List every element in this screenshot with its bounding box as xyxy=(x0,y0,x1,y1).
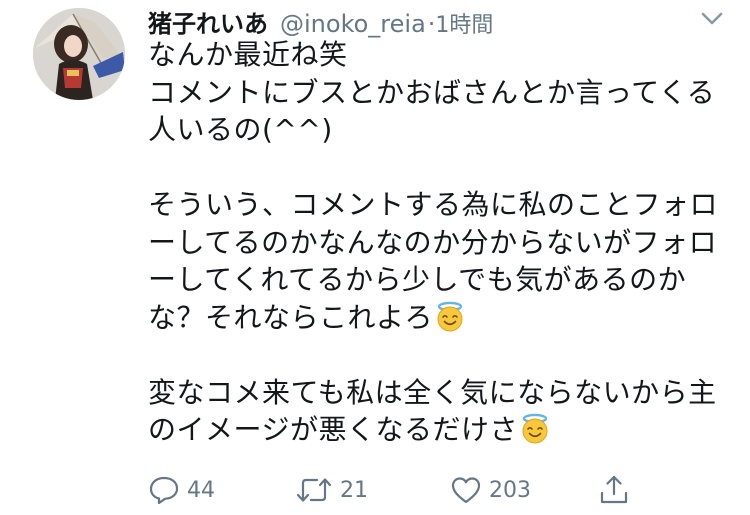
paragraph-break xyxy=(148,336,728,374)
tweet-line: 人いるの(^^) xyxy=(148,113,333,146)
reply-icon xyxy=(148,475,180,505)
share-button[interactable] xyxy=(599,472,629,508)
halo-emoji-icon xyxy=(434,300,466,332)
separator-dot: · xyxy=(427,10,436,38)
tweet-line: 変なコメ来ても私は全く気にならないから主 xyxy=(148,375,717,409)
tweet: 猪子れいあ @inoko_reia · 1時間 なんか最近ね笑 コメントにブスと… xyxy=(0,0,750,515)
retweet-count: 21 xyxy=(340,477,368,503)
tweet-text: なんか最近ね笑 コメントにブスとかおばさんとか言ってくる 人いるの(^^) そう… xyxy=(148,36,728,449)
timestamp[interactable]: 1時間 xyxy=(435,7,493,39)
share-icon xyxy=(599,474,629,506)
user-handle[interactable]: @inoko_reia xyxy=(280,10,426,38)
avatar[interactable] xyxy=(33,8,125,100)
like-icon xyxy=(450,475,482,505)
tweet-line-with-emoji: のイメージが悪くなるだけさ xyxy=(148,411,728,449)
tweet-header: 猪子れいあ @inoko_reia · 1時間 xyxy=(148,4,493,38)
tweet-line-text: のイメージが悪くなるだけさ xyxy=(148,413,518,446)
tweet-line: そういう、コメントする為に私のことフォロ xyxy=(148,188,719,221)
action-bar: 44 21 203 xyxy=(148,472,648,512)
like-count: 203 xyxy=(489,477,531,503)
reply-count: 44 xyxy=(187,477,215,503)
tweet-line: なんか最近ね笑 xyxy=(148,38,348,71)
chevron-down-icon[interactable] xyxy=(700,10,724,28)
retweet-button[interactable]: 21 xyxy=(295,472,368,508)
retweet-icon xyxy=(295,475,333,505)
like-button[interactable]: 203 xyxy=(450,472,531,508)
tweet-line-with-emoji: な？それならこれよろ xyxy=(148,299,728,337)
tweet-line-text: な？それならこれよろ xyxy=(148,300,434,334)
paragraph-break xyxy=(148,149,728,187)
display-name[interactable]: 猪子れいあ xyxy=(148,4,268,39)
tweet-line: ーしてくれてるから少しでも気があるのか xyxy=(148,263,687,296)
halo-emoji-icon xyxy=(519,412,551,444)
tweet-line: ーしてるのかなんなのか分からないがフォロ xyxy=(148,225,718,259)
tweet-line: コメントにブスとかおばさんとか言ってくる xyxy=(148,75,716,109)
reply-button[interactable]: 44 xyxy=(148,472,215,508)
